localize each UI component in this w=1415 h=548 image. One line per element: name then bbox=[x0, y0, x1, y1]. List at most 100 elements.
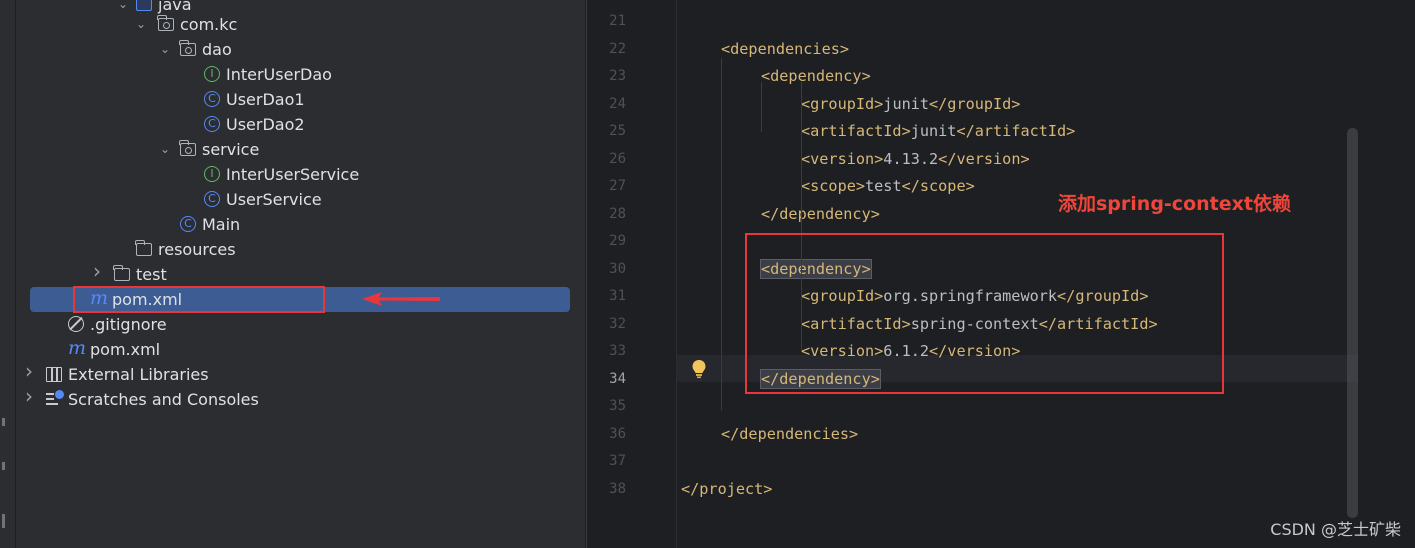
strip-marker bbox=[2, 514, 5, 528]
tree-item[interactable]: I InterUserService bbox=[16, 162, 585, 187]
chevron-right-icon[interactable]: › bbox=[22, 361, 36, 381]
tree-item-label: resources bbox=[158, 240, 236, 259]
tree-item-label: UserService bbox=[226, 190, 322, 209]
line-number: 34 bbox=[609, 370, 626, 387]
tree-item[interactable]: .gitignore bbox=[16, 312, 585, 337]
tree-item[interactable]: C UserDao1 bbox=[16, 87, 585, 112]
tree-item-label: .gitignore bbox=[90, 315, 167, 334]
tree-item-label: dao bbox=[202, 40, 232, 59]
xml-tag: </scope> bbox=[901, 177, 975, 195]
tree-item[interactable]: C Main bbox=[16, 212, 585, 237]
gitignore-icon bbox=[68, 315, 86, 333]
tree-item[interactable]: ⌄ com.kc bbox=[16, 12, 585, 37]
maven-icon: m bbox=[68, 337, 87, 359]
tree-item[interactable]: › Scratches and Consoles bbox=[16, 386, 585, 412]
scratches-icon bbox=[46, 390, 64, 408]
code-line: <scope>test</scope> bbox=[801, 177, 975, 195]
indent-guide bbox=[761, 82, 762, 132]
code-line: <dependencies> bbox=[721, 40, 849, 58]
tree-item-label: Main bbox=[202, 215, 241, 234]
code-line: </dependency> bbox=[761, 205, 880, 223]
chevron-down-icon[interactable]: ⌄ bbox=[158, 41, 172, 57]
annotation-label: 添加spring-context依赖 bbox=[1058, 193, 1291, 215]
line-number: 30 bbox=[609, 260, 626, 277]
tree-item[interactable]: ⌄ service bbox=[16, 137, 585, 162]
code-line: </project> bbox=[681, 480, 772, 498]
xml-tag: </groupId> bbox=[929, 94, 1021, 113]
watermark: CSDN @芝士矿柴 bbox=[1270, 520, 1401, 539]
tree-item[interactable]: resources bbox=[16, 237, 585, 262]
line-number: 29 bbox=[609, 233, 626, 249]
line-number: 38 bbox=[609, 480, 626, 497]
class-icon: C bbox=[180, 215, 198, 233]
package-icon bbox=[179, 140, 198, 158]
xml-tag: <dependency> bbox=[761, 67, 871, 85]
tool-window-strip bbox=[0, 0, 16, 548]
xml-tag: </artifactId> bbox=[956, 122, 1076, 140]
strip-marker bbox=[2, 418, 5, 426]
chevron-right-icon[interactable]: › bbox=[90, 261, 104, 281]
package-icon bbox=[157, 15, 176, 33]
chevron-down-icon[interactable]: ⌄ bbox=[158, 141, 172, 157]
tree-item-label: com.kc bbox=[180, 15, 238, 34]
xml-tag: </dependency> bbox=[761, 204, 880, 223]
line-number: 24 bbox=[609, 95, 626, 112]
pom-callout-box bbox=[73, 286, 325, 313]
tree-item[interactable]: › test bbox=[16, 261, 585, 287]
xml-tag: </project> bbox=[681, 479, 773, 498]
tree-item[interactable]: ⌄ dao bbox=[16, 37, 585, 62]
xml-text: junit bbox=[910, 122, 957, 140]
dependency-callout-box bbox=[745, 233, 1224, 394]
code-line: <dependency> bbox=[761, 67, 871, 85]
class-icon: C bbox=[204, 90, 222, 108]
xml-tag: <version> bbox=[801, 149, 884, 168]
tree-item[interactable]: C UserService bbox=[16, 187, 585, 212]
xml-tag: </dependencies> bbox=[721, 424, 859, 443]
indent-guide bbox=[721, 58, 722, 410]
callout-arrow-icon bbox=[362, 292, 440, 306]
line-number: 35 bbox=[609, 398, 626, 414]
xml-tag: <dependencies> bbox=[721, 39, 850, 58]
tree-item-label: InterUserService bbox=[226, 165, 360, 184]
class-icon: C bbox=[204, 190, 222, 208]
code-editor[interactable]: 21 22 23 24 25 26 27 28 29 30 31 32 33 34 35 36 37 38 <de… bbox=[586, 0, 1415, 548]
chevron-down-icon[interactable]: ⌄ bbox=[116, 0, 130, 12]
xml-tag: </version> bbox=[938, 149, 1030, 168]
xml-text: junit bbox=[883, 94, 930, 113]
line-number: 27 bbox=[609, 178, 626, 194]
line-number: 21 bbox=[609, 13, 626, 29]
xml-text: test bbox=[865, 177, 902, 195]
xml-tag: <groupId> bbox=[801, 94, 884, 113]
lightbulb-icon[interactable] bbox=[691, 359, 707, 379]
folder-icon bbox=[113, 265, 132, 283]
line-number: 31 bbox=[609, 288, 626, 304]
code-line: <version>4.13.2</version> bbox=[801, 150, 1030, 168]
chevron-right-icon[interactable]: › bbox=[22, 386, 36, 406]
project-tree[interactable]: ⌄ java ⌄ com.kc ⌄ dao I InterUserDao C UserDao1 C U… bbox=[16, 0, 585, 548]
tree-item-label: service bbox=[202, 140, 260, 159]
tree-item[interactable]: C UserDao2 bbox=[16, 112, 585, 137]
code-line: <groupId>junit</groupId> bbox=[801, 95, 1020, 113]
line-number: 23 bbox=[609, 68, 626, 84]
line-number: 36 bbox=[609, 425, 626, 442]
resources-folder-icon bbox=[135, 240, 154, 258]
strip-marker bbox=[2, 462, 5, 470]
tree-item-label: test bbox=[136, 265, 167, 284]
code-line: </dependencies> bbox=[721, 425, 858, 443]
code-line: <artifactId>junit</artifactId> bbox=[801, 122, 1075, 140]
tree-item-label: Scratches and Consoles bbox=[68, 390, 259, 409]
line-number: 33 bbox=[609, 343, 626, 359]
library-icon bbox=[46, 365, 64, 383]
tree-item[interactable]: I InterUserDao bbox=[16, 62, 585, 87]
tree-item[interactable]: › External Libraries bbox=[16, 361, 585, 387]
line-number: 25 bbox=[609, 123, 626, 139]
package-icon bbox=[179, 40, 198, 58]
tree-item[interactable]: m pom.xml bbox=[16, 337, 585, 362]
xml-tag: <scope> bbox=[801, 177, 866, 195]
line-number: 22 bbox=[609, 40, 626, 57]
chevron-down-icon[interactable]: ⌄ bbox=[134, 16, 148, 32]
vertical-scrollbar[interactable] bbox=[1347, 128, 1358, 518]
tree-item-label: pom.xml bbox=[90, 340, 161, 359]
line-number: 37 bbox=[609, 453, 626, 469]
line-number: 32 bbox=[609, 315, 626, 332]
